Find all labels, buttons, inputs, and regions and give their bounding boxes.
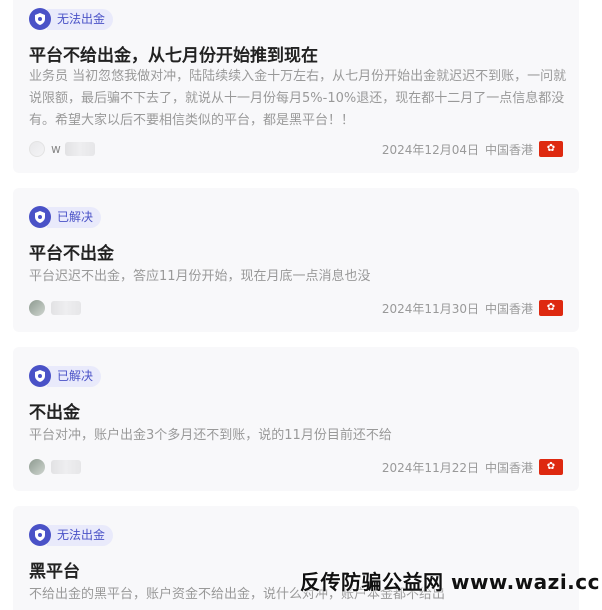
- post-date: 2024年11月22日: [381, 460, 479, 475]
- redacted-blur: [51, 460, 81, 475]
- post-region: 中国香港: [484, 142, 533, 157]
- complaint-card[interactable]: 无法出金 平台不给出金，从七月份开始推到现在 业务员 当初忽悠我做对冲，陆陆续续…: [13, 0, 579, 173]
- shield-icon: [29, 365, 51, 387]
- status-label: 已解决: [47, 206, 102, 228]
- status-label: 无法出金: [47, 524, 114, 546]
- site-watermark: 反传防骗公益网 www.wazi.cc: [300, 570, 600, 594]
- username[interactable]: [51, 301, 81, 316]
- post-date: 2024年12月04日: [381, 142, 479, 157]
- post-date: 2024年11月30日: [381, 301, 479, 316]
- post-meta: 2024年11月30日 中国香港 ✿: [29, 299, 563, 317]
- status-badge: 无法出金: [29, 8, 114, 30]
- status-badge: 无法出金: [29, 524, 114, 546]
- post-meta: 2024年11月22日 中国香港 ✿: [29, 458, 563, 476]
- avatar[interactable]: [29, 459, 45, 475]
- post-region: 中国香港: [484, 460, 533, 475]
- post-region: 中国香港: [484, 301, 533, 316]
- status-label: 无法出金: [47, 8, 114, 30]
- status-label: 已解决: [47, 365, 102, 387]
- redacted-blur: [64, 142, 95, 157]
- redacted-blur: [51, 301, 81, 316]
- complaint-feed: 无法出金 平台不给出金，从七月份开始推到现在 业务员 当初忽悠我做对冲，陆陆续续…: [0, 0, 602, 610]
- hong-kong-flag-icon: ✿: [539, 459, 563, 475]
- complaint-card[interactable]: 已解决 不出金 平台对冲，账户出金3个多月还不到账，说的11月份目前还不给 20…: [13, 347, 579, 491]
- complaint-card[interactable]: 已解决 平台不出金 平台迟迟不出金，答应11月份开始，现在月底一点消息也没 20…: [13, 188, 579, 332]
- avatar[interactable]: [29, 141, 45, 157]
- post-title[interactable]: 平台不出金: [29, 239, 114, 264]
- avatar[interactable]: [29, 300, 45, 316]
- shield-icon: [29, 8, 51, 30]
- shield-icon: [29, 206, 51, 228]
- post-meta: w 2024年12月04日 中国香港 ✿: [29, 140, 563, 158]
- post-description: 平台对冲，账户出金3个多月还不到账，说的11月份目前还不给: [29, 428, 392, 443]
- username[interactable]: w: [51, 142, 95, 157]
- hong-kong-flag-icon: ✿: [539, 300, 563, 316]
- post-description: 平台迟迟不出金，答应11月份开始，现在月底一点消息也没: [29, 269, 371, 284]
- status-badge: 已解决: [29, 206, 102, 228]
- post-title[interactable]: 不出金: [29, 398, 80, 423]
- username[interactable]: [51, 460, 81, 475]
- post-title[interactable]: 平台不给出金，从七月份开始推到现在: [29, 41, 318, 66]
- hong-kong-flag-icon: ✿: [539, 141, 563, 157]
- shield-icon: [29, 524, 51, 546]
- post-description: 业务员 当初忽悠我做对冲，陆陆续续入金十万左右，从七月份开始出金就迟迟不到账，一…: [29, 69, 567, 128]
- post-title[interactable]: 黑平台: [29, 557, 80, 582]
- status-badge: 已解决: [29, 365, 102, 387]
